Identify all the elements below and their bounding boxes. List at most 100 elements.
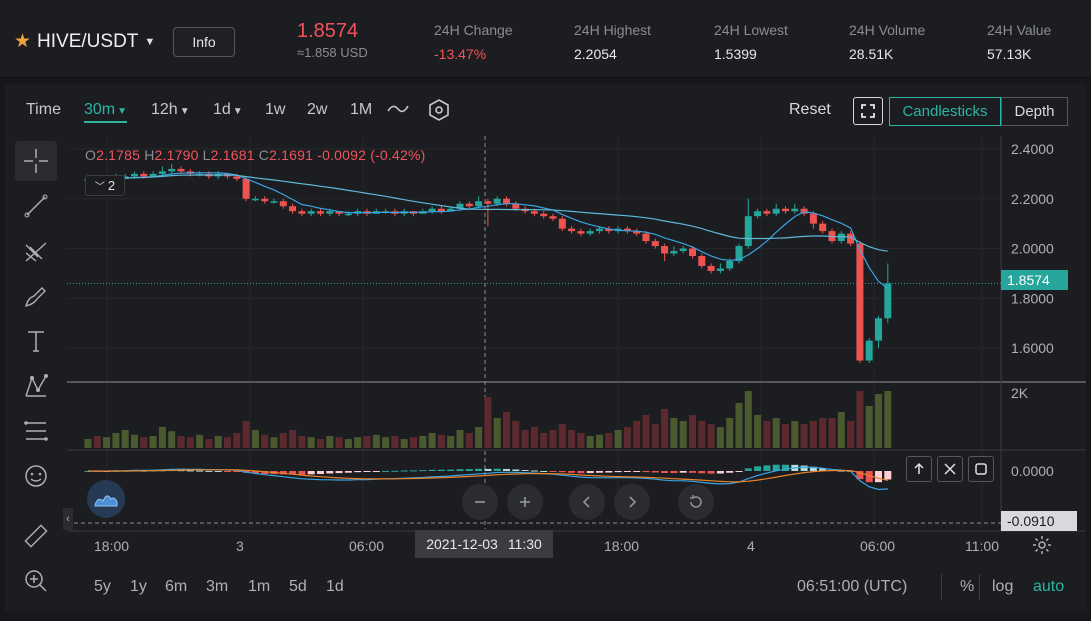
macd-histogram-bar <box>493 468 501 471</box>
volume-bar <box>140 437 148 448</box>
maximize-pane-button[interactable] <box>968 456 994 482</box>
close-value: 2.1691 <box>269 147 314 163</box>
depth-button[interactable]: Depth <box>1001 97 1068 126</box>
pattern-tool[interactable] <box>15 366 57 406</box>
candle-body <box>493 198 501 204</box>
range-3m[interactable]: 3m <box>206 578 228 596</box>
close-pane-button[interactable] <box>937 456 963 482</box>
interval-2w[interactable]: 2w <box>307 101 327 119</box>
interval-30m[interactable]: 30m ▼ <box>84 101 128 123</box>
macd-histogram-bar <box>875 471 882 483</box>
range-5d[interactable]: 5d <box>289 578 307 596</box>
macd-histogram-bar <box>596 471 603 473</box>
volume-bar <box>261 434 269 448</box>
candle-body <box>707 265 715 271</box>
settings-gear-icon[interactable] <box>1032 535 1052 560</box>
brush-tool[interactable] <box>15 276 57 316</box>
candle-body <box>642 233 650 242</box>
reset-button[interactable]: Reset <box>789 101 831 119</box>
measure-tool[interactable] <box>15 516 57 556</box>
fullscreen-button[interactable] <box>853 97 883 125</box>
volume-bar <box>661 409 669 448</box>
candle-body <box>865 340 873 361</box>
macd-histogram-bar <box>224 471 231 472</box>
range-5y[interactable]: 5y <box>94 578 111 596</box>
ruler-lines-tool[interactable] <box>15 411 57 451</box>
pitchfork-tool[interactable] <box>15 231 57 271</box>
macd-histogram-bar <box>670 471 678 474</box>
auto-scale-button[interactable]: auto <box>1033 578 1064 596</box>
candlesticks-button[interactable]: Candlesticks <box>889 97 1001 126</box>
trend-line-tool[interactable] <box>15 186 57 226</box>
pattern-icon <box>25 374 48 397</box>
price-axis-label: 1.6000 <box>1011 340 1054 356</box>
macd-histogram-bar <box>623 471 631 472</box>
volume-bar <box>763 421 771 448</box>
price-axis-label: 2.2000 <box>1011 191 1054 207</box>
interval-1d[interactable]: 1d ▼ <box>213 101 243 119</box>
interval-1w[interactable]: 1w <box>265 101 285 119</box>
volume-bar <box>512 421 520 448</box>
volume-bar <box>419 436 427 448</box>
reset-view-button[interactable] <box>678 484 714 520</box>
range-6m[interactable]: 6m <box>165 578 187 596</box>
volume-bar <box>865 406 873 448</box>
drawing-toolbar <box>5 136 67 606</box>
pair-selector[interactable]: ★ HIVE/USDT ▼ <box>14 30 155 53</box>
collapse-toolbar-tab[interactable]: ‹ <box>63 508 73 530</box>
volume-bar <box>726 418 734 448</box>
volume-bar <box>298 436 306 448</box>
stat-value: 28.51K <box>849 46 894 62</box>
interval-1m[interactable]: 1M <box>350 101 372 119</box>
crosshair-tool[interactable] <box>15 141 57 181</box>
volume-bars <box>84 391 892 448</box>
text-tool[interactable] <box>15 321 57 361</box>
volume-bar <box>716 427 724 448</box>
move-up-button[interactable] <box>906 456 932 482</box>
range-1y[interactable]: 1y <box>130 578 147 596</box>
range-1d[interactable]: 1d <box>326 578 344 596</box>
star-icon[interactable]: ★ <box>14 30 31 53</box>
indicators-icon[interactable] <box>427 98 451 127</box>
macd-histogram-bar <box>633 471 641 472</box>
candle-body <box>428 208 436 212</box>
stat-24h-volume: 24H Volume 28.51K <box>849 22 925 62</box>
macd-histogram-bar <box>707 471 715 474</box>
interval-label: 30m <box>84 101 116 118</box>
scroll-left-button[interactable] <box>569 484 605 520</box>
high-value: 2.1790 <box>154 147 199 163</box>
info-button[interactable]: Info <box>173 27 235 57</box>
candle-body <box>177 168 185 172</box>
moving-averages <box>87 172 889 290</box>
volume-bar <box>224 437 231 448</box>
chart-panel: Time 30m ▼ 12h ▼ 1d ▼ 1w 2w 1M Reset Candle… <box>5 84 1086 611</box>
chart-style-icon[interactable] <box>386 98 410 123</box>
macd-histogram-bar <box>605 471 613 473</box>
candle-body <box>168 168 176 172</box>
range-1m[interactable]: 1m <box>248 578 270 596</box>
volume-bar <box>847 421 855 448</box>
candle-body <box>763 211 771 214</box>
volume-bar <box>344 439 352 448</box>
indicator-toggle[interactable]: ﹀ 2 <box>85 175 125 196</box>
candle-body <box>670 251 678 254</box>
macd-histogram-bar <box>689 471 696 473</box>
candle-body <box>289 206 297 212</box>
macd-histogram-bar <box>205 470 213 472</box>
bottom-bar: 5y 1y 6m 3m 1m 5d 1d 06:51:00 (UTC) % lo… <box>67 568 1086 608</box>
percent-scale-button[interactable]: % <box>960 578 974 596</box>
log-scale-button[interactable]: log <box>992 578 1013 596</box>
zoom-out-button[interactable] <box>462 484 498 520</box>
candle-body <box>809 213 817 224</box>
volume-bar <box>884 391 892 448</box>
zoom-in-tool[interactable] <box>15 561 57 601</box>
emoji-tool[interactable] <box>15 456 57 496</box>
zoom-in-button[interactable] <box>507 484 543 520</box>
interval-12h[interactable]: 12h ▼ <box>151 101 190 119</box>
volume-bar <box>149 436 157 448</box>
scroll-right-button[interactable] <box>614 484 650 520</box>
macd-histogram-bar <box>735 471 743 472</box>
indicator-count: 2 <box>107 178 116 193</box>
macd-histogram-bar <box>186 470 194 472</box>
stat-label: 24H Lowest <box>714 22 788 38</box>
